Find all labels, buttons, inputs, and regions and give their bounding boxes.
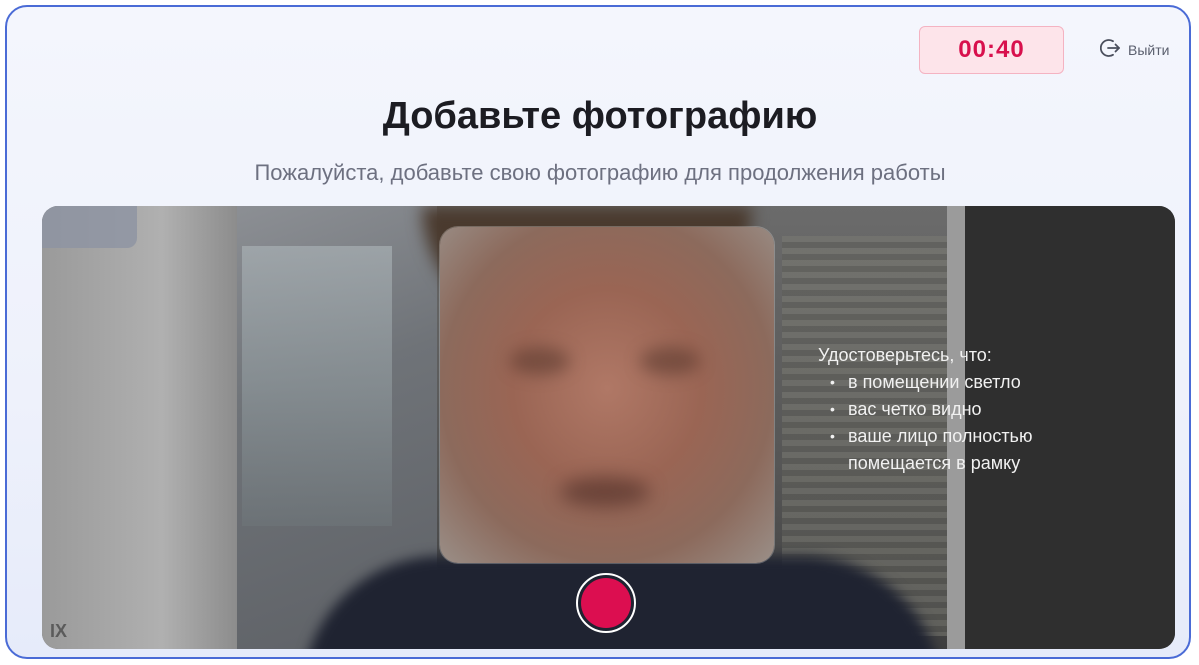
tips-list: в помещении светло вас четко видно ваше … bbox=[818, 369, 1093, 477]
app-frame: 00:40 Выйти Добавьте фотографию Пожалуйс… bbox=[5, 5, 1191, 659]
face-blur-detail bbox=[640, 347, 700, 375]
camera-background-panel bbox=[42, 206, 137, 248]
countdown-timer: 00:40 bbox=[919, 26, 1064, 74]
capture-photo-button[interactable] bbox=[576, 573, 636, 633]
page-title: Добавьте фотографию bbox=[382, 95, 818, 137]
camera-background-glass bbox=[242, 246, 392, 526]
tip-item: ваше лицо полностью помещается в рамку bbox=[828, 423, 1093, 477]
camera-background-left bbox=[42, 206, 242, 649]
logout-icon bbox=[1099, 37, 1128, 62]
face-frame bbox=[440, 227, 774, 563]
camera-preview: Удостоверьтесь, что: в помещении светло … bbox=[42, 206, 1175, 649]
tips-heading: Удостоверьтесь, что: bbox=[818, 345, 992, 365]
exit-button[interactable]: Выйти bbox=[1099, 37, 1170, 62]
watermark-text: IX bbox=[50, 621, 68, 641]
face-blur-detail bbox=[510, 347, 570, 375]
photo-tips: Удостоверьтесь, что: в помещении светло … bbox=[818, 342, 1093, 477]
shutter-icon bbox=[581, 578, 631, 628]
tip-item: вас четко видно bbox=[828, 396, 1093, 423]
page-subtitle: Пожалуйста, добавьте свою фотографию для… bbox=[254, 160, 946, 185]
exit-label: Выйти bbox=[1128, 41, 1170, 58]
face-blur-detail bbox=[560, 477, 650, 507]
tip-item: в помещении светло bbox=[828, 369, 1093, 396]
